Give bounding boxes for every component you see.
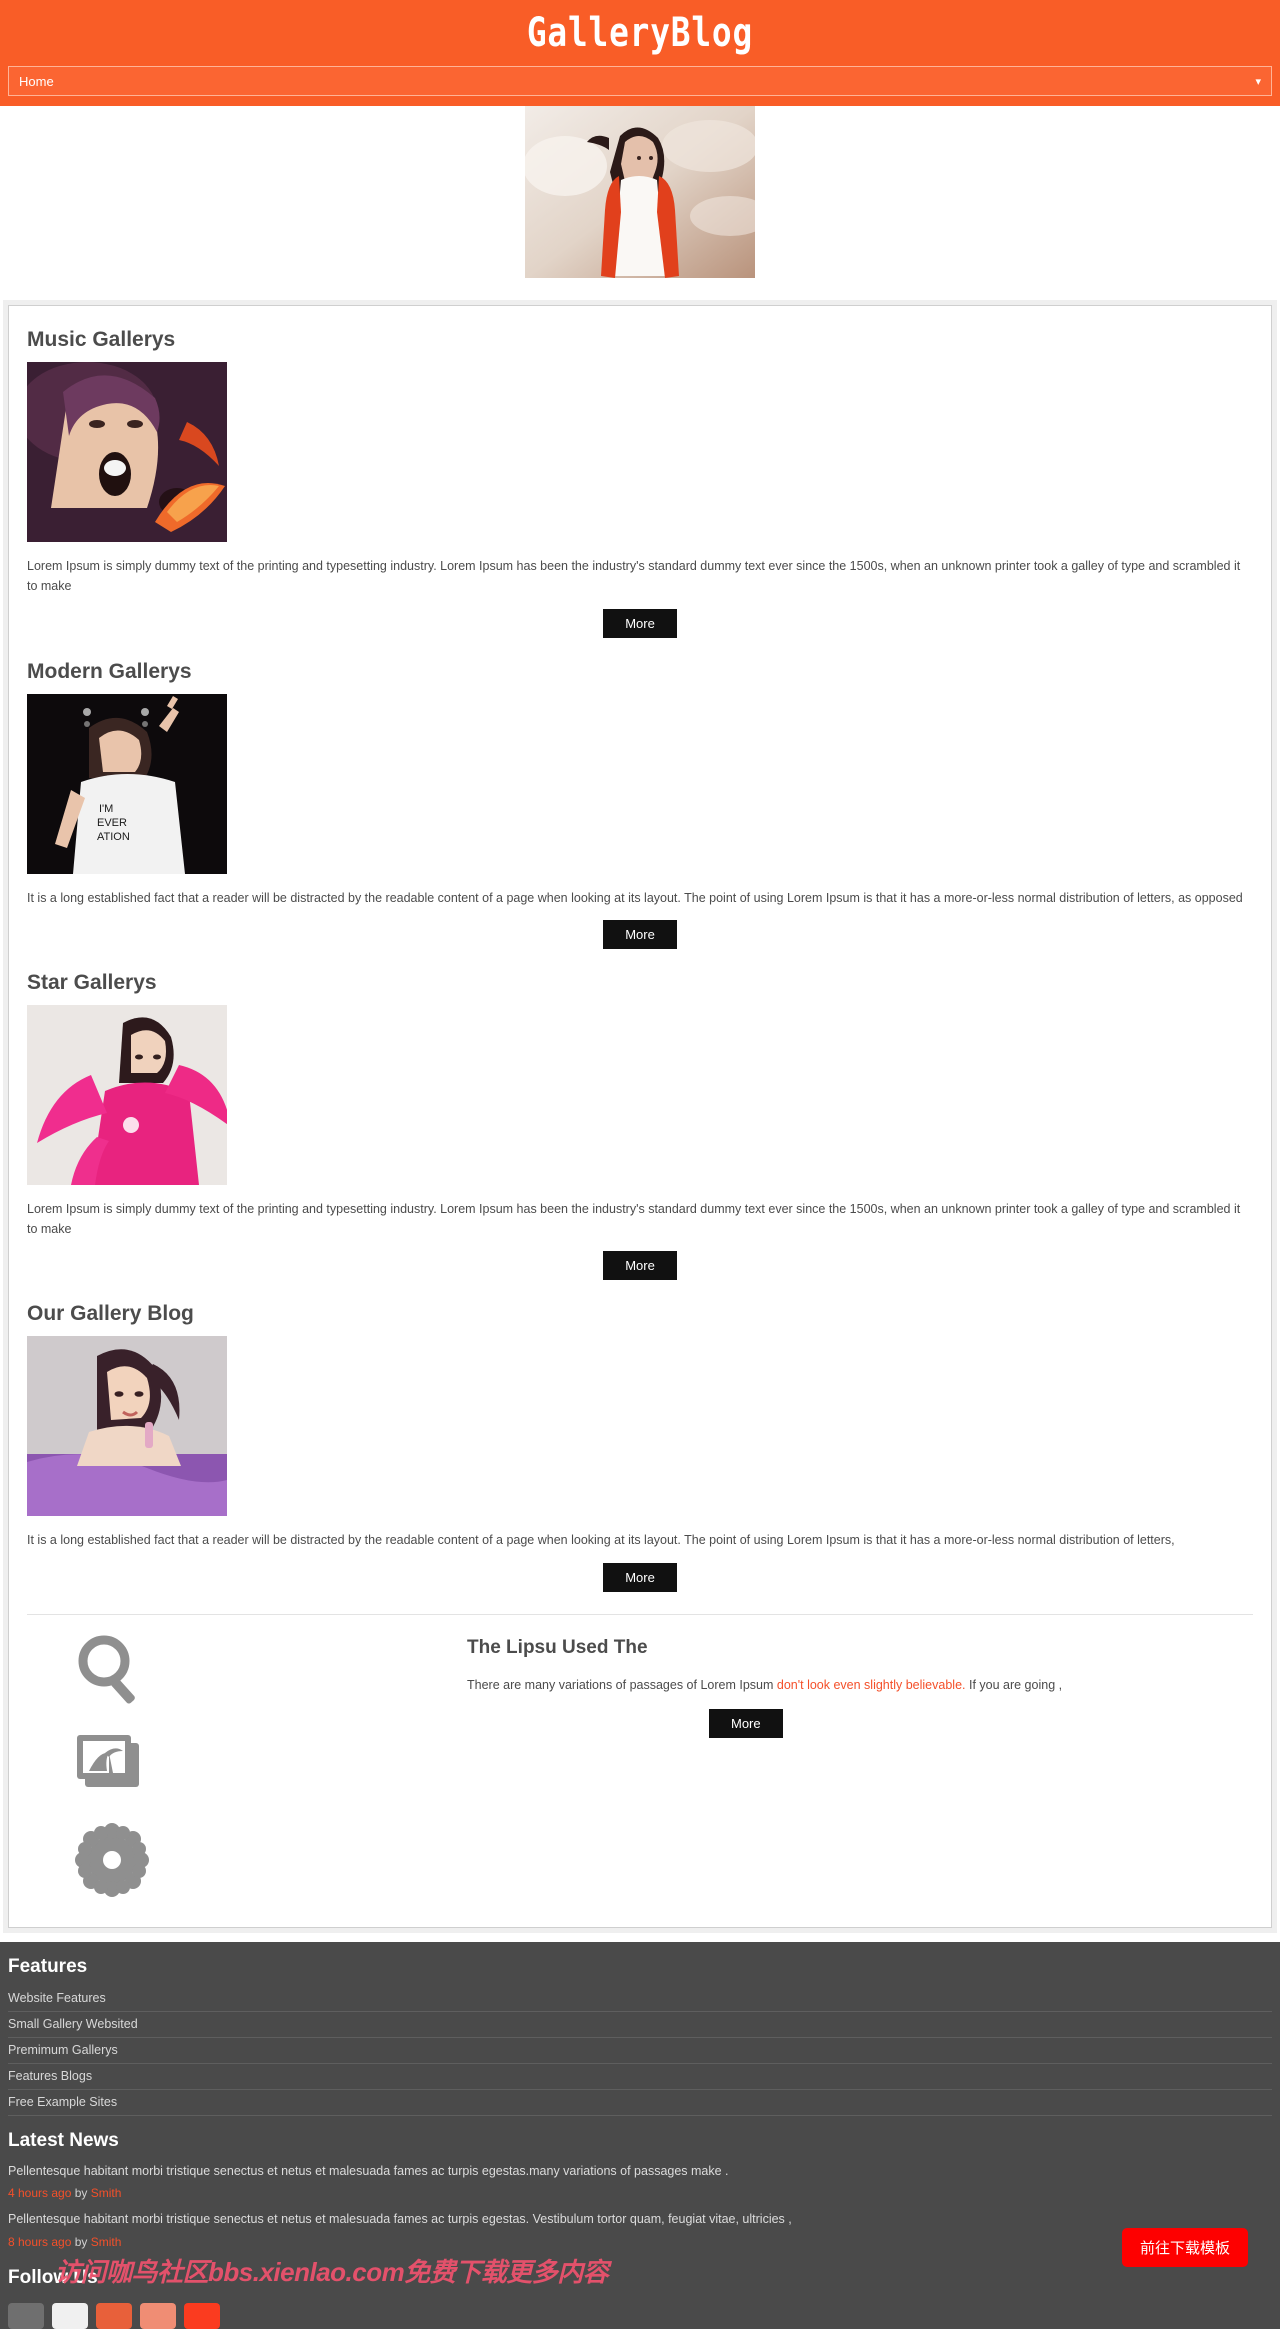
feature-text-before: There are many variations of passages of… xyxy=(467,1678,777,1692)
news-meta: 4 hours ago by Smith xyxy=(8,2186,1272,2208)
news-author-link[interactable]: Smith xyxy=(91,2235,122,2249)
section-thumbnail[interactable] xyxy=(27,362,227,542)
news-time: 4 hours ago xyxy=(8,2186,71,2200)
social-icon-5[interactable] xyxy=(184,2303,220,2329)
news-meta: 8 hours ago by Smith xyxy=(8,2235,1272,2257)
site-brand-title: GalleryBlog xyxy=(527,10,753,56)
main-content-panel: Music Gallerys Lorem Ipsum is simply dum… xyxy=(8,305,1272,1928)
more-button-wrap: More xyxy=(27,920,1253,949)
social-icon-2[interactable] xyxy=(52,2303,88,2329)
more-button-wrap: More xyxy=(27,1563,1253,1592)
feature-title: The Lipsu Used The xyxy=(467,1637,1253,1659)
section-paragraph: Lorem Ipsum is simply dummy text of the … xyxy=(27,556,1253,597)
nav-dropdown-value: Home xyxy=(19,74,54,89)
feature-paragraph: There are many variations of passages of… xyxy=(467,1675,1253,1695)
social-icon-3[interactable] xyxy=(96,2303,132,2329)
news-by-label: by xyxy=(71,2186,90,2200)
social-icon-4[interactable] xyxy=(140,2303,176,2329)
gallery-section: Music Gallerys Lorem Ipsum is simply dum… xyxy=(27,328,1253,638)
news-item: Pellentesque habitant morbi tristique se… xyxy=(8,2160,1272,2209)
music-gallery-thumb-graphic xyxy=(27,362,227,542)
list-item[interactable]: Premimum Gallerys xyxy=(8,2038,1272,2064)
site-header: GalleryBlog xyxy=(0,0,1280,66)
social-icon-row xyxy=(8,2297,1272,2329)
chevron-down-icon: ▾ xyxy=(1255,75,1261,88)
footer-features-title: Features xyxy=(8,1956,1272,1978)
gallery-section: Our Gallery Blog It is a long establishe… xyxy=(27,1302,1253,1591)
footer-news-title: Latest News xyxy=(8,2130,1272,2152)
nav-dropdown[interactable]: Home ▾ xyxy=(8,66,1272,96)
more-button[interactable]: More xyxy=(603,609,677,638)
list-item[interactable]: Free Example Sites xyxy=(8,2090,1272,2116)
svg-text:EVER: EVER xyxy=(97,817,127,829)
feature-icon-column xyxy=(27,1633,467,1897)
section-paragraph: It is a long established fact that a rea… xyxy=(27,888,1253,908)
section-title: Star Gallerys xyxy=(27,971,1253,995)
feature-more-wrap: More xyxy=(467,1709,1253,1738)
footer-features-list: Website Features Small Gallery Websited … xyxy=(8,1986,1272,2116)
more-button-wrap: More xyxy=(27,1251,1253,1280)
news-author-link[interactable]: Smith xyxy=(91,2186,122,2200)
section-title: Music Gallerys xyxy=(27,328,1253,352)
news-item: Pellentesque habitant morbi tristique se… xyxy=(8,2208,1272,2257)
news-text: Pellentesque habitant morbi tristique se… xyxy=(8,2208,1272,2235)
gallery-section: Modern Gallerys I'M EVER ATION It is a l… xyxy=(27,660,1253,949)
svg-text:I'M: I'M xyxy=(99,803,113,815)
more-button-wrap: More xyxy=(27,609,1253,638)
more-button[interactable]: More xyxy=(603,1251,677,1280)
download-template-button[interactable]: 前往下载模板 xyxy=(1122,2228,1248,2267)
section-thumbnail[interactable] xyxy=(27,1336,227,1516)
hero-image xyxy=(525,106,755,278)
feature-text-highlight: don't look even slightly believable. xyxy=(777,1678,966,1692)
section-paragraph: It is a long established fact that a rea… xyxy=(27,1530,1253,1550)
more-button[interactable]: More xyxy=(603,920,677,949)
news-text: Pellentesque habitant morbi tristique se… xyxy=(8,2160,1272,2187)
star-gallery-thumb-graphic xyxy=(27,1005,227,1185)
section-title: Modern Gallerys xyxy=(27,660,1253,684)
news-by-label: by xyxy=(71,2235,90,2249)
feature-block: The Lipsu Used The There are many variat… xyxy=(27,1614,1253,1897)
feature-text-after: If you are going , xyxy=(966,1678,1063,1692)
gallery-section: Star Gallerys Lorem Ipsum is simply dumm… xyxy=(27,971,1253,1281)
section-thumbnail[interactable]: I'M EVER ATION xyxy=(27,694,227,874)
modern-gallery-thumb-graphic: I'M EVER ATION xyxy=(27,694,227,874)
news-time: 8 hours ago xyxy=(8,2235,71,2249)
our-gallery-blog-thumb-graphic xyxy=(27,1336,227,1516)
search-icon[interactable] xyxy=(75,1633,149,1707)
section-paragraph: Lorem Ipsum is simply dummy text of the … xyxy=(27,1199,1253,1240)
hero-section xyxy=(0,106,1280,278)
section-thumbnail[interactable] xyxy=(27,1005,227,1185)
svg-text:ATION: ATION xyxy=(97,831,130,843)
site-footer: Features Website Features Small Gallery … xyxy=(0,1942,1280,2329)
list-item[interactable]: Small Gallery Websited xyxy=(8,2012,1272,2038)
more-button[interactable]: More xyxy=(603,1563,677,1592)
nav-bar: Home ▾ xyxy=(0,66,1280,106)
feature-body: The Lipsu Used The There are many variat… xyxy=(467,1633,1253,1897)
social-icon-1[interactable] xyxy=(8,2303,44,2329)
photos-icon[interactable] xyxy=(75,1733,149,1797)
more-button[interactable]: More xyxy=(709,1709,783,1738)
hero-figure-graphic xyxy=(525,106,755,278)
list-item[interactable]: Features Blogs xyxy=(8,2064,1272,2090)
list-item[interactable]: Website Features xyxy=(8,1986,1272,2012)
section-title: Our Gallery Blog xyxy=(27,1302,1253,1326)
footer-follow-title: Follow Us xyxy=(8,2267,1272,2289)
gear-icon[interactable] xyxy=(75,1823,149,1897)
